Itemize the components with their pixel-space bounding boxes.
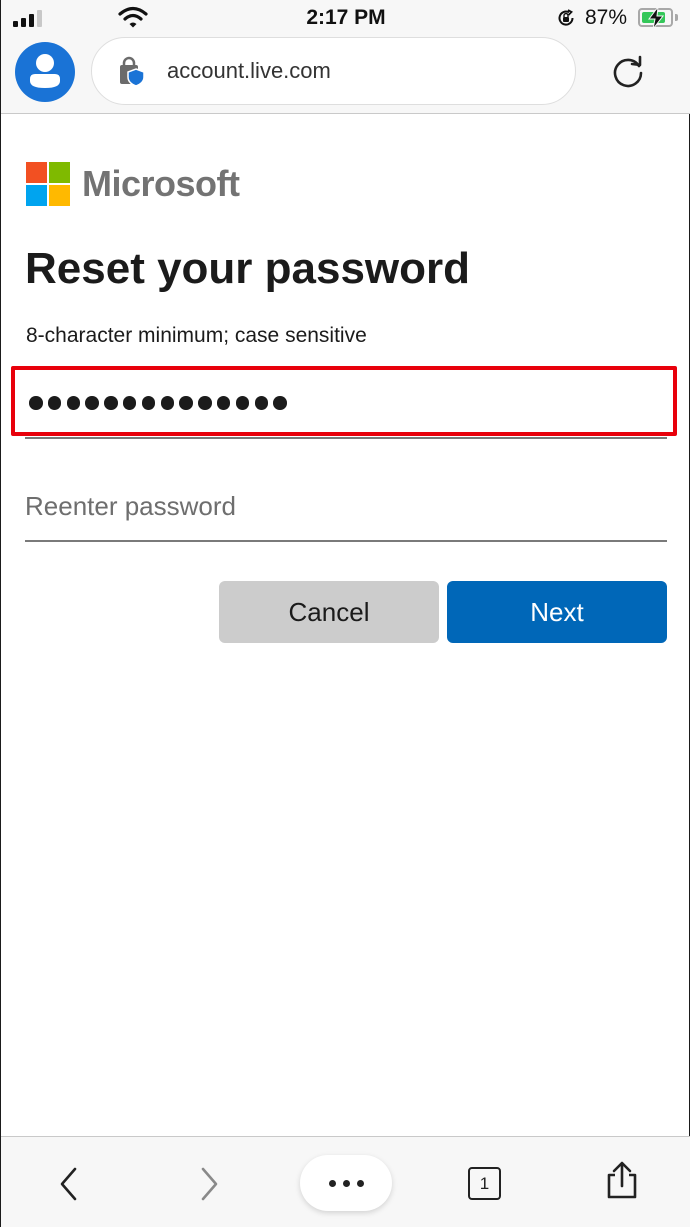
- password-dot: [273, 396, 287, 410]
- charging-bolt-icon: [648, 6, 665, 30]
- status-bar: 2:17 PM 87%: [1, 0, 690, 36]
- share-icon[interactable]: [604, 1161, 640, 1201]
- password-dot: [66, 396, 81, 410]
- more-dot: [328, 1179, 336, 1187]
- lock-shield-icon: [120, 56, 145, 87]
- reenter-underline: [25, 540, 667, 542]
- cancel-button[interactable]: Cancel: [219, 581, 439, 643]
- reenter-password-input[interactable]: [25, 484, 667, 528]
- password-dot: [29, 396, 43, 410]
- reload-icon[interactable]: [608, 52, 648, 92]
- password-dot: [47, 396, 62, 410]
- tabs-button[interactable]: 1: [468, 1167, 501, 1200]
- back-arrow-icon[interactable]: [57, 1167, 81, 1201]
- person-icon: [30, 54, 60, 88]
- battery-percentage: 87%: [585, 6, 628, 29]
- password-dot: [141, 396, 156, 410]
- next-button[interactable]: Next: [447, 581, 667, 643]
- password-hint: 8-character minimum; case sensitive: [26, 324, 367, 347]
- screen: 2:17 PM 87% account.live.com Microsoft R…: [0, 0, 690, 1227]
- password-dot: [122, 396, 137, 410]
- password-dot: [179, 396, 193, 410]
- password-underline: [25, 437, 667, 439]
- logo-square: [26, 162, 47, 183]
- page-title: Reset your password: [25, 244, 471, 293]
- browser-bottom-bar: 1: [1, 1136, 690, 1227]
- password-mask: [29, 396, 287, 410]
- password-dot: [160, 396, 175, 410]
- password-dot: [198, 396, 212, 410]
- more-menu-button[interactable]: [300, 1155, 392, 1211]
- more-dot: [356, 1179, 364, 1187]
- logo-square: [26, 185, 47, 206]
- url-text: account.live.com: [167, 58, 331, 83]
- password-dot: [254, 396, 269, 410]
- microsoft-logo-icon: [26, 162, 70, 206]
- more-dot: [342, 1179, 350, 1187]
- password-dot: [235, 396, 250, 410]
- brand-name: Microsoft: [82, 163, 240, 204]
- password-dot: [216, 396, 231, 410]
- forward-arrow-icon[interactable]: [197, 1167, 221, 1201]
- logo-square: [49, 185, 70, 206]
- address-bar[interactable]: account.live.com: [91, 37, 576, 105]
- orientation-lock-icon: [558, 9, 574, 26]
- profile-avatar-button[interactable]: [15, 42, 75, 102]
- logo-square: [49, 162, 70, 183]
- new-password-input[interactable]: [11, 366, 677, 436]
- password-dot: [85, 396, 99, 410]
- browser-toolbar: account.live.com: [1, 36, 690, 114]
- battery-nub: [675, 14, 678, 21]
- password-dot: [104, 396, 118, 410]
